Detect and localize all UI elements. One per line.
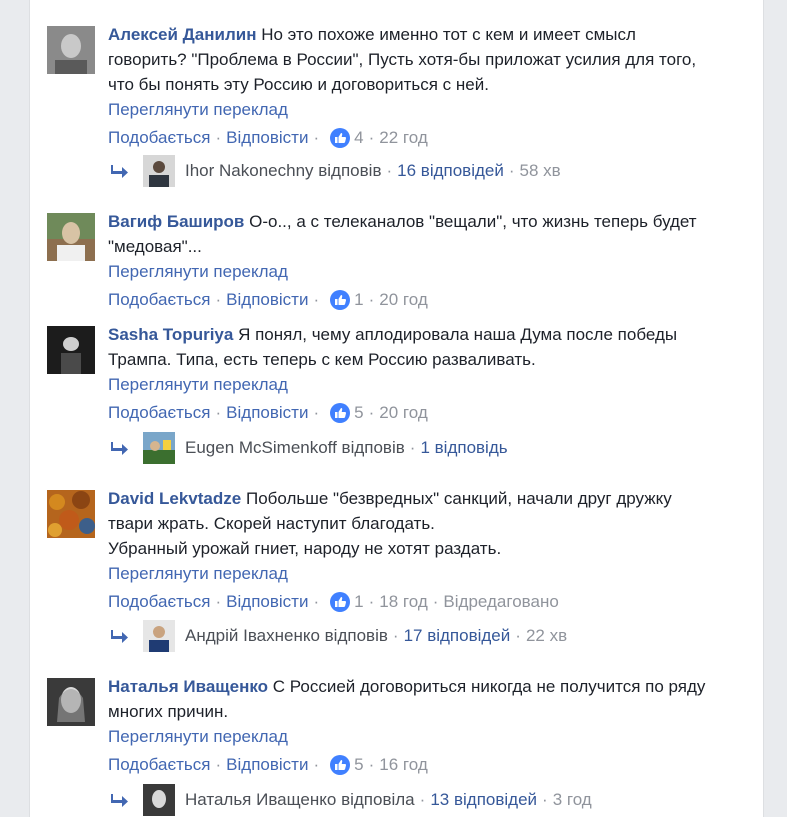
replies-count[interactable]: 17 відповідей [404, 626, 511, 646]
reply-timestamp[interactable]: 3 год [553, 790, 592, 810]
like-count[interactable]: 1 [354, 288, 363, 312]
replies-row[interactable]: Наталья Иващенко відповіла · 13 відповід… [111, 784, 592, 816]
comment-author[interactable]: David Lekvtadze [108, 489, 241, 508]
separator: · [386, 161, 393, 180]
separator: · [313, 290, 320, 309]
reply-avatar[interactable] [143, 432, 175, 464]
like-icon[interactable] [330, 755, 351, 775]
comment-text: Вагиф Баширов О-о.., а с телеканалов "ве… [108, 212, 697, 256]
reply-timestamp[interactable]: 22 хв [526, 626, 567, 646]
like-link[interactable]: Подобається [108, 126, 211, 150]
like-icon[interactable] [330, 128, 351, 148]
reply-timestamp[interactable]: 58 хв [520, 161, 561, 181]
reply-author[interactable]: Ihor Nakonechny відповів [185, 161, 381, 181]
separator: · [215, 592, 222, 611]
like-count[interactable]: 5 [354, 753, 363, 777]
separator: · [409, 438, 416, 457]
comment-text: Алексей Данилин Но это похоже именно тот… [108, 25, 697, 94]
see-translation-link[interactable]: Переглянути переклад [108, 725, 738, 749]
separator: · [313, 592, 320, 611]
replies-count[interactable]: 16 відповідей [397, 161, 504, 181]
separator: · [432, 592, 439, 611]
avatar[interactable] [47, 213, 95, 261]
separator: · [368, 592, 375, 611]
comment-actions: Подобається · Відповісти · 1 · 20 год [108, 288, 738, 312]
reply-arrow-icon [111, 630, 128, 643]
comment-text: Sasha Topuriya Я понял, чему аплодировал… [108, 325, 678, 369]
reply-link[interactable]: Відповісти [226, 126, 308, 150]
separator: · [368, 755, 375, 774]
like-link[interactable]: Подобається [108, 753, 211, 777]
comment-actions: Подобається · Відповісти · 5 · 20 год [108, 401, 738, 425]
comment-actions: Подобається · Відповісти · 5 · 16 год [108, 753, 738, 777]
separator: · [508, 161, 515, 180]
separator: · [215, 755, 222, 774]
separator: · [542, 790, 548, 809]
reply-avatar[interactable] [143, 620, 175, 652]
separator: · [368, 128, 375, 147]
like-count[interactable]: 4 [354, 126, 363, 150]
reply-avatar[interactable] [143, 155, 175, 187]
see-translation-link[interactable]: Переглянути переклад [108, 260, 738, 284]
comment-text: David Lekvtadze Побольше "безвредных" са… [108, 489, 672, 558]
separator: · [515, 626, 521, 645]
comment-author[interactable]: Наталья Иващенко [108, 677, 268, 696]
like-icon[interactable] [330, 592, 351, 612]
avatar[interactable] [47, 490, 95, 538]
comment-text: Наталья Иващенко С Россией договориться … [108, 677, 706, 721]
separator: · [313, 128, 320, 147]
separator: · [419, 790, 426, 809]
separator: · [215, 403, 222, 422]
separator: · [215, 290, 222, 309]
like-link[interactable]: Подобається [108, 288, 211, 312]
like-link[interactable]: Подобається [108, 401, 211, 425]
avatar[interactable] [47, 678, 95, 726]
reply-author[interactable]: Eugen McSimenkoff відповів [185, 438, 405, 458]
like-count[interactable]: 5 [354, 401, 363, 425]
separator: · [313, 403, 320, 422]
timestamp[interactable]: 18 год [379, 590, 427, 614]
like-icon[interactable] [330, 403, 351, 423]
see-translation-link[interactable]: Переглянути переклад [108, 562, 738, 586]
replies-row[interactable]: Eugen McSimenkoff відповів · 1 відповідь [111, 432, 508, 464]
replies-count[interactable]: 13 відповідей [430, 790, 537, 810]
comment-actions: Подобається · Відповісти · 4 · 22 год [108, 126, 738, 150]
separator: · [392, 626, 399, 645]
replies-count[interactable]: 1 відповідь [420, 438, 507, 458]
see-translation-link[interactable]: Переглянути переклад [108, 373, 738, 397]
avatar[interactable] [47, 326, 95, 374]
reply-link[interactable]: Відповісти [226, 590, 308, 614]
reply-arrow-icon [111, 794, 128, 807]
edited-label[interactable]: Відредаговано [443, 590, 558, 614]
like-count[interactable]: 1 [354, 590, 363, 614]
reply-link[interactable]: Відповісти [226, 753, 308, 777]
comment-author[interactable]: Алексей Данилин [108, 25, 256, 44]
reply-arrow-icon [111, 442, 128, 455]
comment-author[interactable]: Sasha Topuriya [108, 325, 233, 344]
avatar[interactable] [47, 26, 95, 74]
replies-row[interactable]: Андрій Івахненко відповів · 17 відповіде… [111, 620, 567, 652]
separator: · [313, 755, 320, 774]
timestamp[interactable]: 20 год [379, 288, 427, 312]
replies-row[interactable]: Ihor Nakonechny відповів · 16 відповідей… [111, 155, 561, 187]
comment-actions: Подобається · Відповісти · 1 · 18 год · … [108, 590, 738, 614]
like-icon[interactable] [330, 290, 351, 310]
see-translation-link[interactable]: Переглянути переклад [108, 98, 738, 122]
reply-arrow-icon [111, 165, 128, 178]
timestamp[interactable]: 16 год [379, 753, 427, 777]
comment-author[interactable]: Вагиф Баширов [108, 212, 244, 231]
separator: · [368, 290, 375, 309]
reply-author[interactable]: Наталья Иващенко відповіла [185, 790, 415, 810]
timestamp[interactable]: 22 год [379, 126, 427, 150]
timestamp[interactable]: 20 год [379, 401, 427, 425]
reply-avatar[interactable] [143, 784, 175, 816]
reply-link[interactable]: Відповісти [226, 401, 308, 425]
like-link[interactable]: Подобається [108, 590, 211, 614]
separator: · [215, 128, 222, 147]
reply-author[interactable]: Андрій Івахненко відповів [185, 626, 388, 646]
reply-link[interactable]: Відповісти [226, 288, 308, 312]
separator: · [368, 403, 375, 422]
